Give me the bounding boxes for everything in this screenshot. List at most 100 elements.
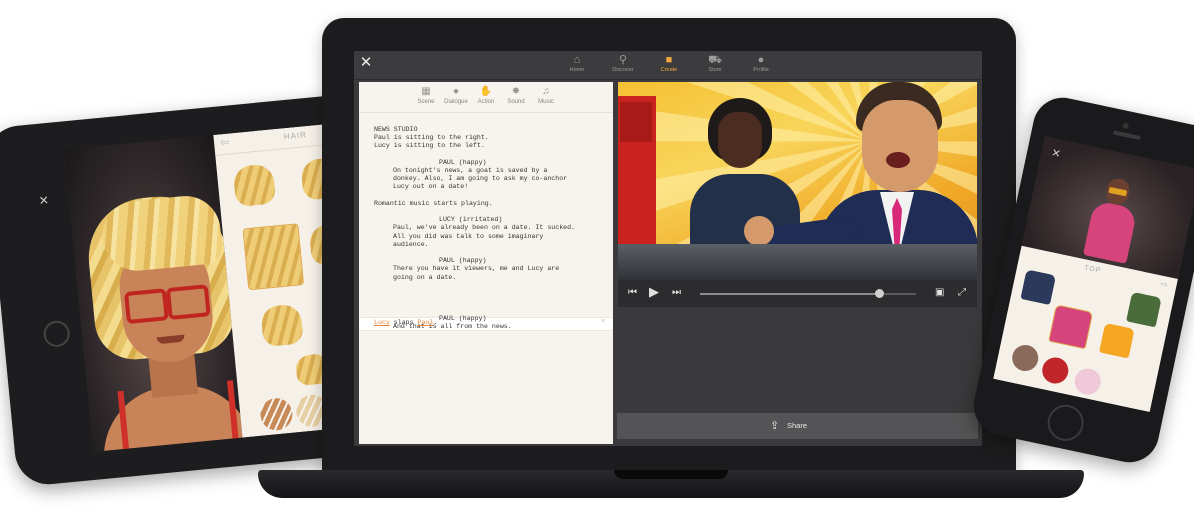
- phone-home-button[interactable]: [1044, 401, 1087, 445]
- tablet-home-button[interactable]: [42, 319, 71, 349]
- nav-label: Discover: [612, 67, 634, 73]
- hair-option-selected[interactable]: [242, 223, 305, 291]
- script-line[interactable]: On tonight's news, a goat is saved by a: [393, 167, 547, 175]
- hair-option[interactable]: [232, 163, 277, 208]
- laptop-screen: ✕ ⌂ Home ⚲ Discover ■ Create ⛟ Store ● Profile ▦ S…: [354, 51, 982, 446]
- close-icon[interactable]: ✕: [1050, 146, 1062, 161]
- top-option[interactable]: [1099, 322, 1135, 359]
- actor-link[interactable]: Lucy: [374, 319, 390, 326]
- avatar-stage[interactable]: [64, 134, 243, 452]
- tool-dialogue[interactable]: ● Dialogue: [440, 86, 472, 110]
- share-icon: ⇪: [770, 420, 780, 432]
- nav-label: Create: [660, 67, 678, 73]
- share-button[interactable]: ⇪ Share: [617, 413, 978, 439]
- camera-icon: ■: [665, 54, 673, 66]
- script-line[interactable]: Romantic music starts playing.: [374, 200, 493, 208]
- hair-panel-title: HAIR: [283, 130, 308, 142]
- phone-screen: ✕ TOP ⇨: [993, 136, 1194, 413]
- nav-create[interactable]: ■ Create: [649, 54, 689, 78]
- color-swatch[interactable]: [1009, 342, 1041, 374]
- fullscreen-icon[interactable]: ⤢: [958, 286, 966, 300]
- script-line[interactable]: There you have it viewers, me and Lucy a…: [393, 265, 559, 273]
- hair-option[interactable]: [260, 303, 304, 348]
- nav-label: Store: [708, 67, 722, 73]
- paul-face: [862, 100, 938, 192]
- script-line[interactable]: going on a date.: [393, 274, 456, 282]
- action-verb: slaps: [389, 319, 418, 326]
- laptop-opening-notch: [614, 470, 728, 479]
- user-icon: ●: [757, 54, 765, 66]
- avatar-glasses-right-lens: [165, 284, 211, 321]
- script-line[interactable]: audience.: [393, 241, 429, 249]
- search-icon: ⚲: [618, 54, 628, 66]
- tool-sound[interactable]: ✸ Sound: [500, 86, 532, 110]
- tool-action[interactable]: ✋ Action: [470, 86, 502, 110]
- script-line[interactable]: All you did was talk to some imaginary: [393, 233, 543, 241]
- play-icon[interactable]: ▶: [649, 285, 659, 299]
- speech-bubble-icon: ●: [452, 86, 460, 97]
- player-controls: ⏮ ▶ ⏭ ▣ ⤢: [618, 280, 977, 307]
- script-editor[interactable]: ▦ Scene ● Dialogue ✋ Action ✸ Sound ♫ Music NEWS …: [359, 82, 613, 444]
- tool-music[interactable]: ♫ Music: [530, 86, 562, 110]
- studio-red-panel-inset: [620, 102, 652, 142]
- tablet-close-icon[interactable]: ✕: [38, 193, 49, 208]
- close-icon[interactable]: ✕: [359, 54, 373, 72]
- tool-label: Sound: [507, 99, 525, 105]
- nav-label: Home: [569, 67, 585, 73]
- nav-home[interactable]: ⌂ Home: [557, 54, 597, 78]
- skip-back-icon[interactable]: ⏮: [628, 286, 637, 300]
- tool-label: Dialogue: [444, 99, 468, 105]
- target-link[interactable]: Paul: [418, 319, 434, 326]
- script-line[interactable]: PAUL (happy): [439, 159, 486, 167]
- top-option[interactable]: [1020, 269, 1057, 305]
- script-line[interactable]: LUCY (irritated): [439, 216, 502, 224]
- color-swatch[interactable]: [1039, 355, 1071, 386]
- top-panel-title: TOP: [1083, 264, 1102, 275]
- skip-forward-icon[interactable]: ⏭: [672, 286, 681, 300]
- timeline-scrubber[interactable]: [875, 289, 885, 298]
- music-note-icon: ♫: [542, 86, 550, 97]
- share-label: Share: [787, 421, 808, 430]
- cart-icon: ⛟: [708, 54, 722, 66]
- remove-line-icon[interactable]: ×: [601, 318, 605, 326]
- tool-label: Action: [477, 99, 495, 105]
- script-line[interactable]: Paul is sitting to the right.: [374, 134, 489, 142]
- script-line[interactable]: PAUL (happy): [439, 257, 486, 265]
- hand-icon: ✋: [479, 86, 493, 97]
- script-action-line[interactable]: Lucy slaps Paul.: [374, 319, 437, 327]
- paul-hand: [744, 216, 774, 246]
- phone-speaker: [1112, 130, 1141, 141]
- script-line[interactable]: Paul, we've already been on a date. It s…: [393, 224, 575, 232]
- top-option-selected[interactable]: [1048, 304, 1094, 350]
- avatar-glasses-left-lens: [124, 288, 169, 325]
- burst-icon: ✸: [511, 86, 521, 97]
- top-option[interactable]: [1126, 291, 1162, 328]
- tool-label: Scene: [417, 99, 435, 105]
- arrow-right-icon[interactable]: ⇨: [1159, 279, 1169, 291]
- nav-discover[interactable]: ⚲ Discover: [603, 54, 643, 78]
- action-end: .: [433, 319, 438, 326]
- color-swatch[interactable]: [1072, 366, 1104, 397]
- video-preview[interactable]: [618, 82, 977, 280]
- phone-camera: [1122, 122, 1130, 130]
- lucy-face: [718, 112, 762, 168]
- arrow-left-icon[interactable]: ⇦: [220, 136, 230, 150]
- hair-color-swatch[interactable]: [258, 396, 294, 432]
- home-icon: ⌂: [573, 54, 581, 66]
- book-icon[interactable]: ▣: [935, 286, 944, 300]
- script-line[interactable]: donkey. Also, I am going to ask my co-an…: [393, 175, 567, 183]
- tool-label: Music: [538, 99, 554, 105]
- nav-profile[interactable]: ● Profile: [741, 54, 781, 78]
- script-line[interactable]: Lucy out on a date!: [393, 183, 468, 191]
- nav-store[interactable]: ⛟ Store: [695, 54, 735, 78]
- tool-scene[interactable]: ▦ Scene: [410, 86, 442, 110]
- script-line[interactable]: Lucy is sitting to the left.: [374, 142, 485, 150]
- clapperboard-icon: ▦: [421, 86, 431, 97]
- script-line[interactable]: PAUL (happy): [439, 315, 486, 323]
- news-desk: [618, 244, 977, 280]
- script-toolbar: ▦ Scene ● Dialogue ✋ Action ✸ Sound ♫ Music: [359, 82, 613, 113]
- phone-avatar-body: [1082, 199, 1138, 264]
- timeline-progress: [700, 293, 880, 295]
- script-line[interactable]: NEWS STUDIO: [374, 126, 418, 134]
- avatar-hair-bangs: [99, 192, 224, 274]
